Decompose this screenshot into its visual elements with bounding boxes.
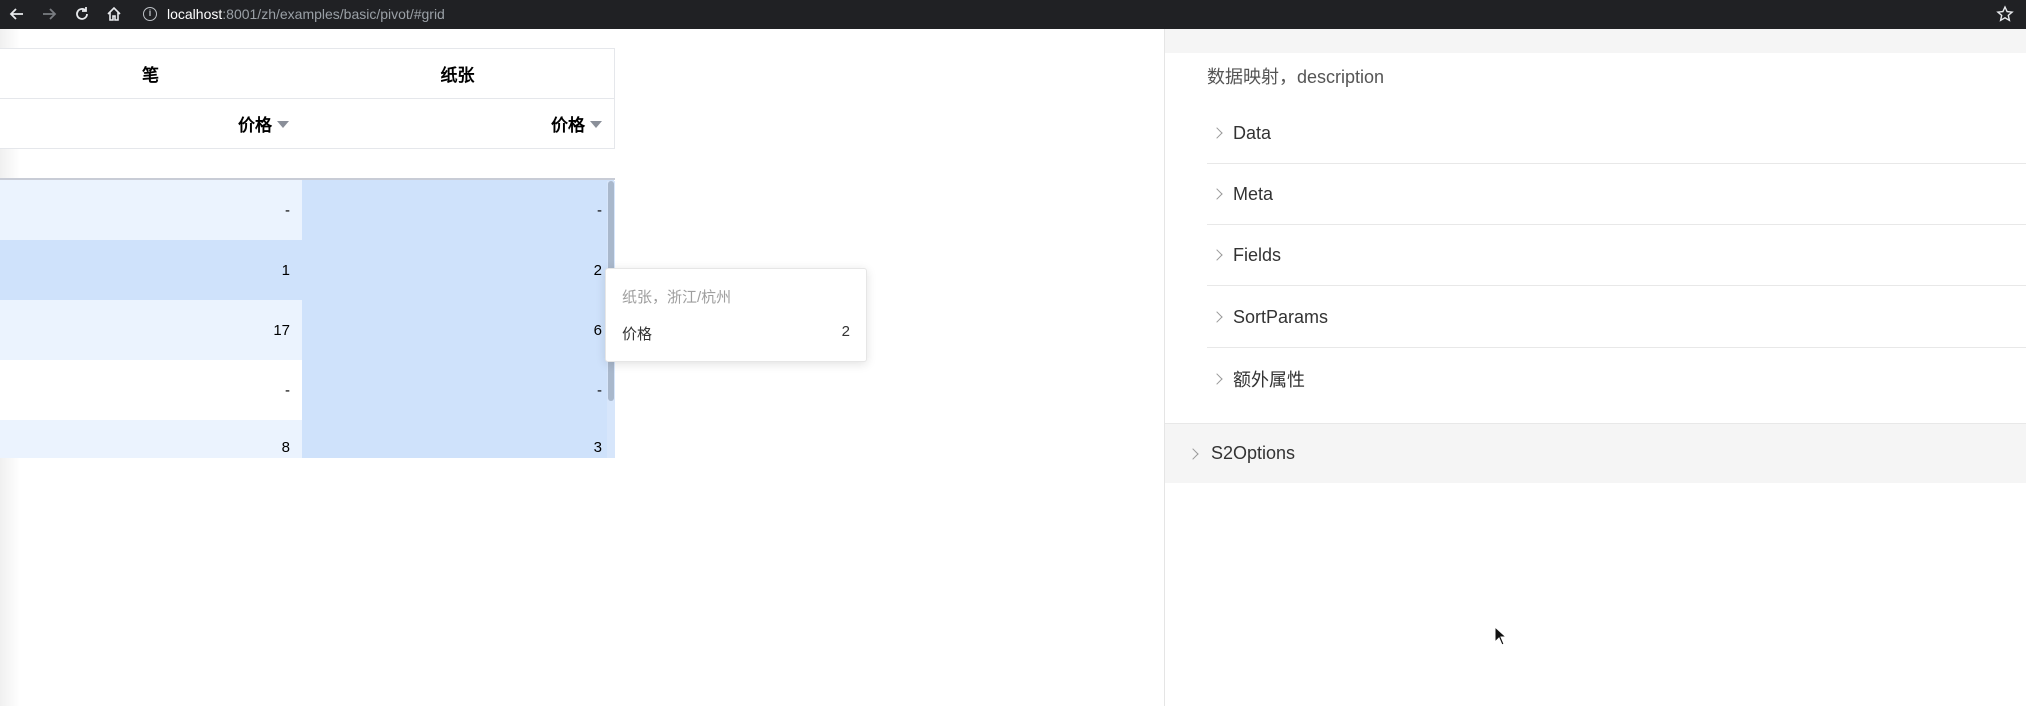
column-header-row: 笔 纸张 xyxy=(0,48,615,99)
panel-description: 数据映射，description xyxy=(1207,67,1385,87)
collapse-label: SortParams xyxy=(1233,306,1329,327)
chevron-right-icon xyxy=(1211,249,1223,261)
table-cell[interactable]: 17 xyxy=(0,300,302,360)
measure-header-pen-price[interactable]: 价格 xyxy=(0,98,302,149)
col-header-label: 笔 xyxy=(142,66,159,85)
url-path: :8001/zh/examples/basic/pivot/#grid xyxy=(222,6,445,22)
tooltip-title: 纸张，浙江/杭州 xyxy=(622,289,732,306)
measure-header-paper-price[interactable]: 价格 xyxy=(301,98,615,149)
table-cell[interactable]: - xyxy=(0,180,302,240)
reload-icon[interactable] xyxy=(71,3,93,25)
panel-top-bar xyxy=(1165,29,2026,53)
chevron-right-icon xyxy=(1211,127,1223,139)
collapse-label: 额外属性 xyxy=(1233,369,1305,390)
table-cell[interactable]: - xyxy=(302,180,614,240)
col-header-paper[interactable]: 纸张 xyxy=(301,48,615,99)
mouse-cursor-icon xyxy=(1494,625,1508,646)
forward-arrow-icon[interactable] xyxy=(38,3,60,25)
measure-header-row: 价格 价格 xyxy=(0,98,615,149)
collapse-label: S2Options xyxy=(1211,443,1296,463)
table-cell[interactable]: 6 xyxy=(302,300,614,360)
sort-caret-icon[interactable] xyxy=(590,121,602,128)
table-cell[interactable]: 2 xyxy=(302,240,614,300)
col-header-label: 纸张 xyxy=(440,66,475,85)
sort-caret-icon[interactable] xyxy=(277,121,289,128)
chevron-right-icon xyxy=(1211,372,1223,385)
col-header-pen[interactable]: 笔 xyxy=(0,48,302,99)
tooltip-value: 2 xyxy=(841,323,850,340)
site-info-icon[interactable]: i xyxy=(143,7,157,21)
browser-toolbar: i localhost:8001/zh/examples/basic/pivot… xyxy=(0,0,2026,29)
collapse-item-data[interactable]: Data xyxy=(1207,103,2026,164)
home-icon[interactable] xyxy=(103,3,125,25)
table-cell[interactable]: 8 xyxy=(0,420,302,458)
chevron-right-icon xyxy=(1187,447,1199,460)
table-cell[interactable]: - xyxy=(302,360,614,420)
collapse-item-sortparams[interactable]: SortParams xyxy=(1207,287,2026,348)
chevron-right-icon xyxy=(1211,188,1223,200)
tooltip-label: 价格 xyxy=(622,326,653,343)
collapse-item-extra[interactable]: 额外属性 xyxy=(1207,348,2026,409)
table-cell[interactable]: 1 xyxy=(0,240,302,300)
measure-header-label: 价格 xyxy=(238,116,272,135)
measure-header-label: 价格 xyxy=(551,116,585,135)
collapse-label: Meta xyxy=(1233,183,1274,204)
back-arrow-icon[interactable] xyxy=(6,3,28,25)
collapse-item-meta[interactable]: Meta xyxy=(1207,164,2026,225)
url-host: localhost xyxy=(167,6,223,22)
collapse-section-s2options[interactable]: S2Options xyxy=(1165,423,2026,483)
chevron-right-icon xyxy=(1211,311,1223,323)
cell-tooltip: 纸张，浙江/杭州 价格 2 xyxy=(605,268,867,362)
table-cell[interactable]: 3 xyxy=(302,420,614,458)
collapse-item-fields[interactable]: Fields xyxy=(1207,225,2026,286)
collapse-label: Fields xyxy=(1233,244,1282,265)
page-content: 笔 纸张 价格 价格 - -1 2 17 6- -8 3 纸张，浙江/杭州 价格 2 数据映… xyxy=(0,29,2026,706)
bookmark-star-icon[interactable] xyxy=(1996,5,2014,23)
collapse-label: Data xyxy=(1233,122,1272,143)
address-bar[interactable]: i localhost:8001/zh/examples/basic/pivot… xyxy=(143,2,445,26)
table-cell[interactable]: - xyxy=(0,360,302,420)
config-panel: 数据映射，description Data Meta Fields SortPa… xyxy=(1164,29,2026,706)
